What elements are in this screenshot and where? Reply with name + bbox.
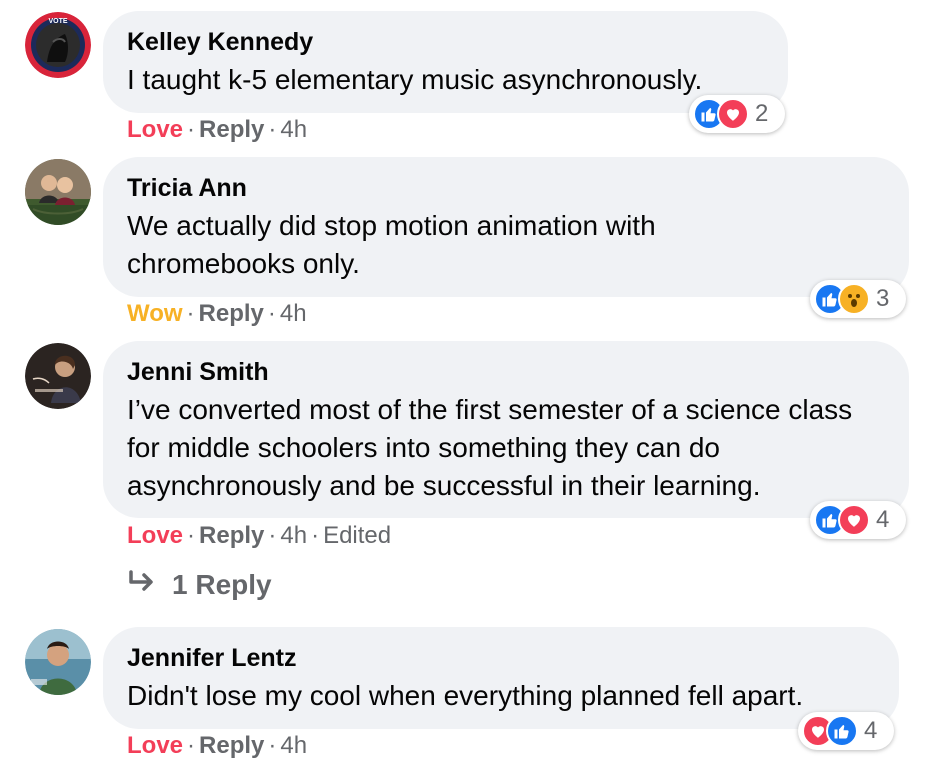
reaction-count: 2 (755, 100, 769, 127)
reaction-summary[interactable]: 4 (810, 501, 906, 539)
comment-author[interactable]: Tricia Ann (127, 171, 885, 205)
love-reaction-button[interactable]: Love (127, 732, 183, 759)
reaction-summary[interactable]: 4 (798, 712, 894, 750)
comment-text: I taught k-5 elementary music asynchrono… (127, 64, 703, 95)
reaction-summary[interactable]: 2 (689, 95, 785, 133)
wow-icon (838, 283, 870, 315)
avatar[interactable] (25, 159, 91, 225)
avatar[interactable] (25, 629, 91, 695)
view-replies-label[interactable]: 1 Reply (172, 569, 272, 601)
comment-actions: Love · Reply · 4h · Edited (127, 522, 392, 549)
reply-button[interactable]: Reply (199, 300, 264, 327)
reaction-count: 4 (864, 717, 878, 744)
love-reaction-button[interactable]: Love (127, 116, 183, 143)
love-icon (717, 98, 749, 130)
love-icon (838, 504, 870, 536)
avatar-badge-text: VOTE (48, 18, 67, 25)
avatar[interactable] (25, 343, 91, 409)
comment-timestamp[interactable]: 4h (280, 522, 307, 549)
comment-timestamp[interactable]: 4h (280, 732, 307, 759)
comment-author[interactable]: Jennifer Lentz (127, 641, 875, 675)
comment-author[interactable]: Kelley Kennedy (127, 25, 764, 59)
reply-button[interactable]: Reply (199, 116, 264, 143)
reaction-count: 3 (876, 285, 890, 312)
comment-actions: Love · Reply · 4h (127, 116, 308, 143)
comment-text: Didn't lose my cool when everything plan… (127, 680, 804, 711)
comment-bubble: Kelley Kennedy I taught k-5 elementary m… (103, 11, 788, 113)
comment-author[interactable]: Jenni Smith (127, 355, 885, 389)
comment-bubble: Tricia Ann We actually did stop motion a… (103, 157, 909, 297)
comment-timestamp[interactable]: 4h (280, 116, 307, 143)
edited-label[interactable]: Edited (323, 522, 391, 549)
comment-bubble: Jenni Smith I’ve converted most of the f… (103, 341, 909, 518)
wow-reaction-button[interactable]: Wow (127, 300, 183, 327)
like-icon (826, 715, 858, 747)
view-replies-link[interactable]: 1 Reply (128, 568, 272, 602)
reaction-count: 4 (876, 506, 890, 533)
reaction-summary[interactable]: 3 (810, 280, 906, 318)
comment-bubble: Jennifer Lentz Didn't lose my cool when … (103, 627, 899, 729)
comment-timestamp[interactable]: 4h (280, 300, 307, 327)
comment-text: We actually did stop motion animation wi… (127, 210, 656, 279)
reply-button[interactable]: Reply (199, 732, 264, 759)
comment-text: I’ve converted most of the first semeste… (127, 394, 853, 501)
reply-arrow-icon (128, 568, 156, 602)
avatar[interactable]: VOTE (25, 12, 91, 78)
reply-button[interactable]: Reply (199, 522, 264, 549)
love-reaction-button[interactable]: Love (127, 522, 183, 549)
comment-actions: Wow · Reply · 4h (127, 300, 307, 327)
comment-actions: Love · Reply · 4h (127, 732, 308, 759)
